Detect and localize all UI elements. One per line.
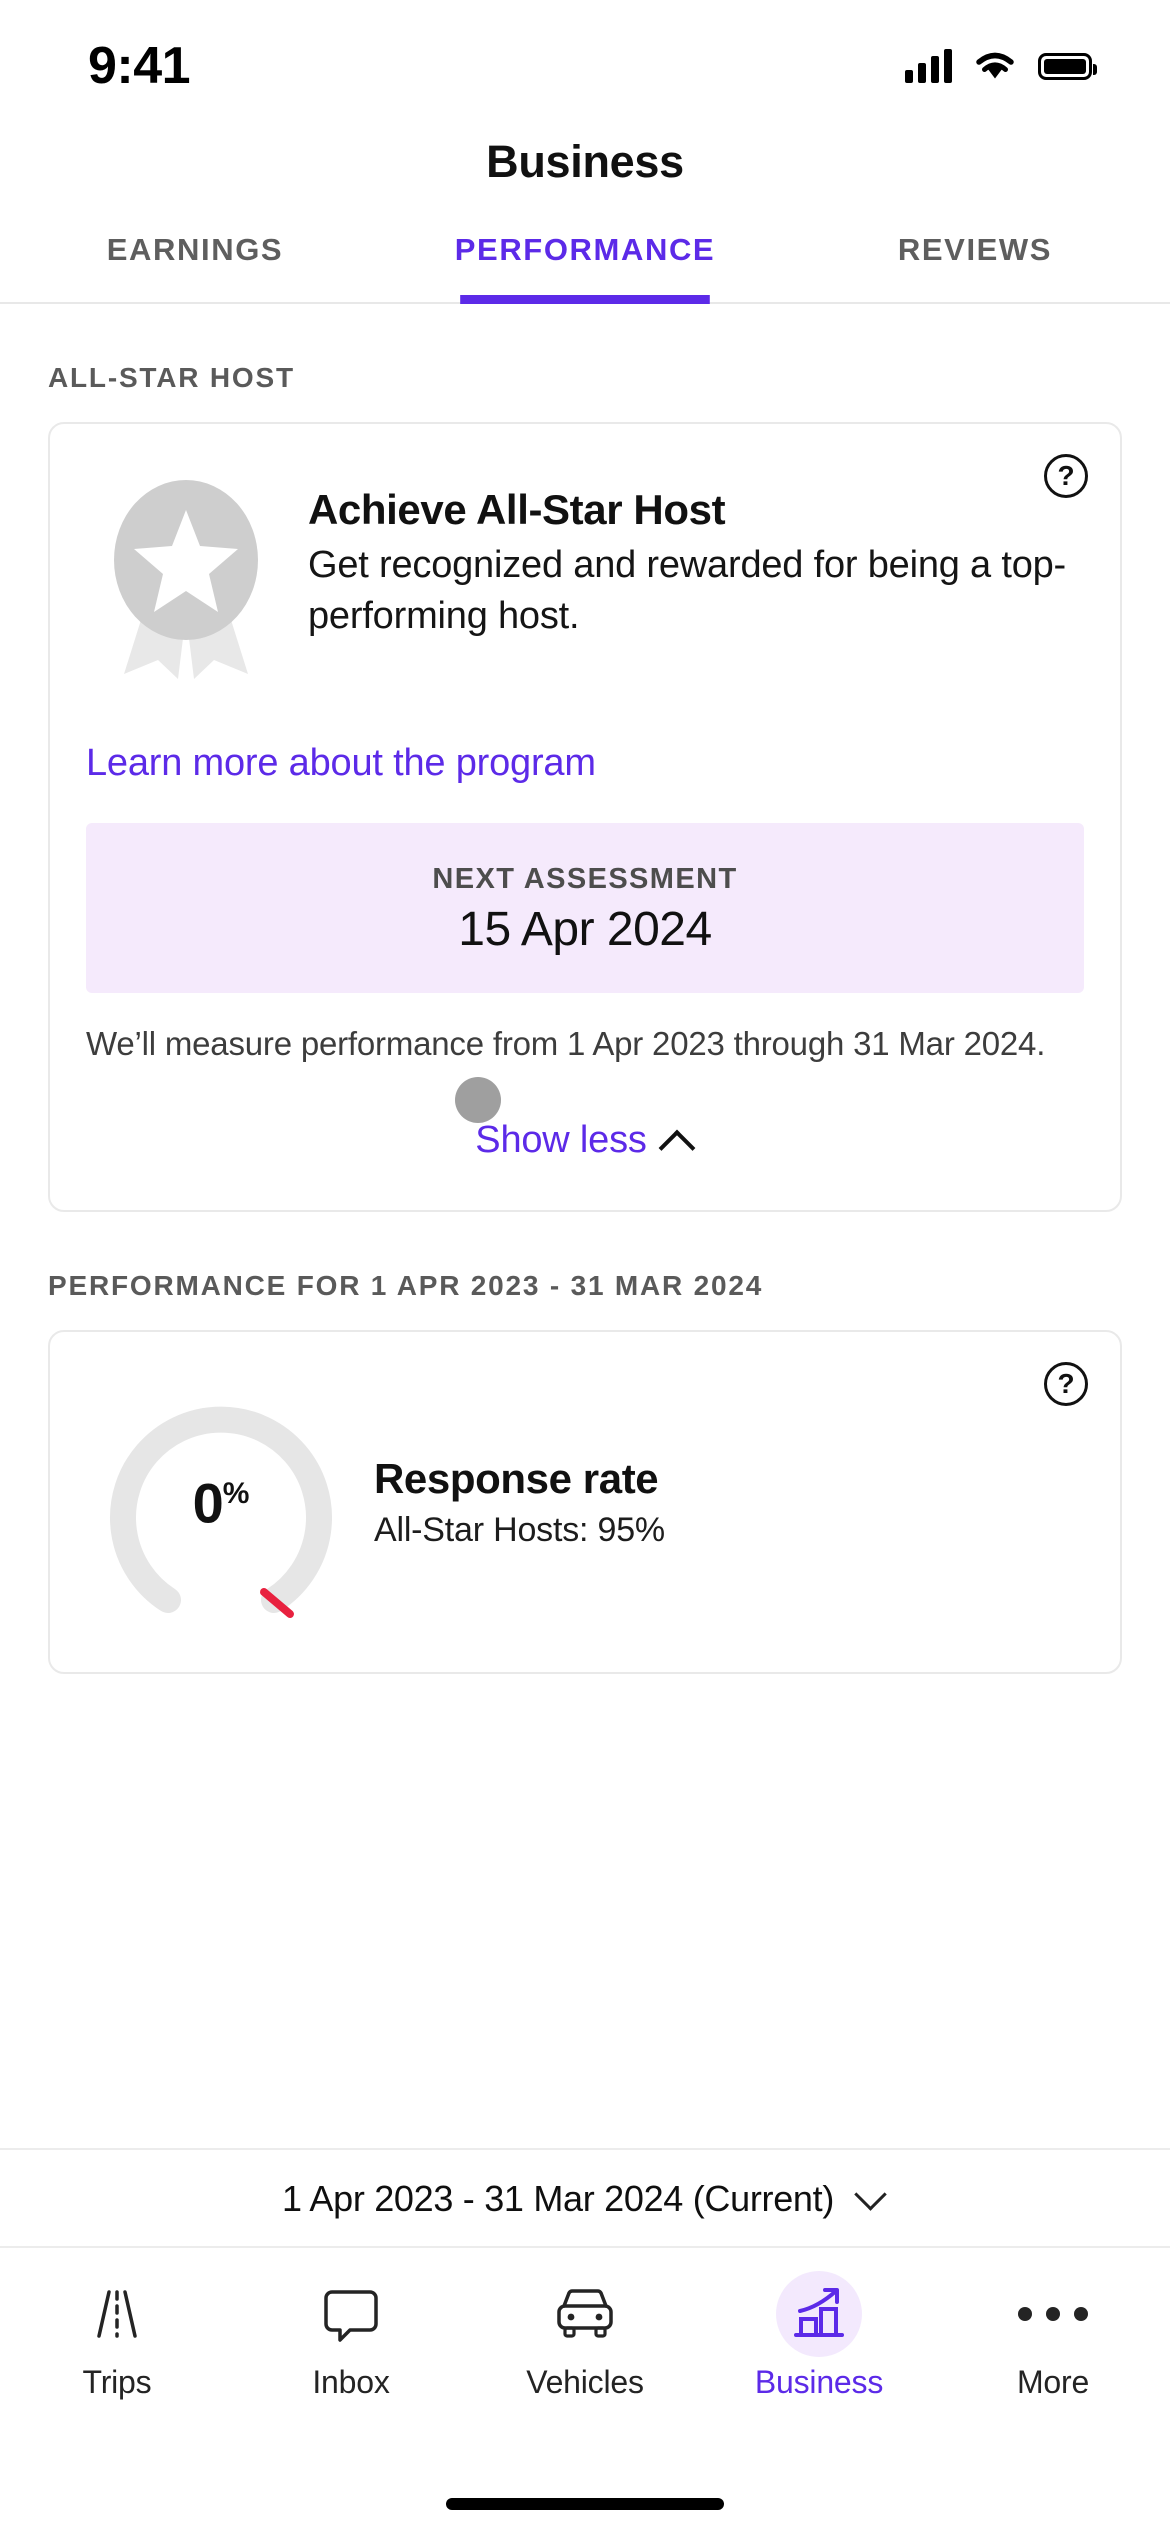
cursor-indicator [455, 1076, 501, 1123]
tab-label: Business [754, 2364, 884, 2400]
tab-performance[interactable]: PERFORMANCE [390, 202, 780, 302]
bottom-tab-bar: Trips Inbox Vehicles Business More [0, 2246, 1170, 2532]
road-icon [71, 2280, 163, 2348]
card-title: Achieve All-Star Host [308, 486, 726, 533]
tab-inbox[interactable]: Inbox [234, 2280, 468, 2532]
section-label-performance: PERFORMANCE FOR 1 APR 2023 - 31 MAR 2024 [48, 1269, 764, 1301]
gauge-number: 0 [192, 1471, 224, 1535]
tab-label: Vehicles [526, 2364, 644, 2400]
speech-bubble-icon [305, 2280, 397, 2348]
gauge-unit: % [222, 1476, 250, 1510]
next-assessment-date: 15 Apr 2024 [458, 903, 712, 956]
response-rate-gauge: 0% [86, 1378, 356, 1628]
tab-business[interactable]: Business [702, 2271, 936, 2532]
card-description: Get recognized and rewarded for being a … [308, 544, 1067, 637]
tab-label: Inbox [312, 2364, 390, 2400]
tab-reviews[interactable]: REVIEWS [780, 202, 1170, 302]
metric-title: Response rate [374, 1455, 659, 1503]
show-less-button[interactable]: Show less [50, 1067, 1120, 1210]
status-icons [905, 49, 1097, 83]
status-bar: 9:41 [0, 0, 1170, 110]
tab-label: More [1016, 2364, 1090, 2400]
tab-more[interactable]: More [936, 2280, 1170, 2532]
gauge-value: 0% [86, 1470, 356, 1535]
help-icon[interactable]: ? [1044, 1361, 1088, 1406]
next-assessment-box: NEXT ASSESSMENT 15 Apr 2024 [86, 823, 1084, 993]
tab-earnings[interactable]: EARNINGS [0, 202, 390, 302]
tab-bar-top: EARNINGS PERFORMANCE REVIEWS [0, 202, 1170, 304]
badge-row: Achieve All-Star Host Get recognized and… [50, 424, 1120, 684]
metric-text: Response rate All-Star Hosts: 95% [374, 1455, 665, 1550]
tab-active-indicator [460, 295, 710, 304]
next-assessment-label: NEXT ASSESSMENT [432, 863, 738, 895]
bar-chart-growth-icon [773, 2271, 865, 2357]
chevron-down-icon [856, 2183, 888, 2215]
star-ribbon-badge-icon [86, 474, 286, 684]
help-icon[interactable]: ? [1044, 454, 1088, 498]
tab-label: Trips [82, 2364, 152, 2400]
badge-text: Achieve All-Star Host Get recognized and… [308, 464, 1084, 684]
wifi-icon [976, 52, 1014, 79]
battery-icon [1038, 52, 1097, 80]
metric-benchmark: All-Star Hosts: 95% [374, 1511, 665, 1550]
cellular-signal-icon [905, 49, 952, 83]
response-rate-card: ? 0% Response rate All-Star Hosts: 95% [48, 1329, 1122, 1674]
learn-more-link[interactable]: Learn more about the program [50, 684, 1120, 785]
show-less-label: Show less [475, 1118, 647, 1161]
ellipsis-icon [1007, 2280, 1099, 2348]
home-indicator [446, 2498, 724, 2510]
section-label-allstar: ALL-STAR HOST [48, 362, 295, 393]
car-icon [539, 2280, 631, 2348]
measure-note: We’ll measure performance from 1 Apr 202… [86, 1025, 1046, 1062]
page-title: Business [486, 136, 684, 187]
gauge-row: 0% Response rate All-Star Hosts: 95% [50, 1332, 1120, 1672]
tab-trips[interactable]: Trips [0, 2280, 234, 2532]
date-range-label: 1 Apr 2023 - 31 Mar 2024 (Current) [281, 2178, 835, 2219]
date-range-selector[interactable]: 1 Apr 2023 - 31 Mar 2024 (Current) [0, 2148, 1170, 2248]
chevron-up-icon [661, 1123, 695, 1157]
allstar-host-card: ? Achieve All-Star Host Get recognized a… [48, 422, 1122, 1212]
status-time: 9:41 [88, 37, 191, 95]
tab-vehicles[interactable]: Vehicles [468, 2280, 702, 2532]
